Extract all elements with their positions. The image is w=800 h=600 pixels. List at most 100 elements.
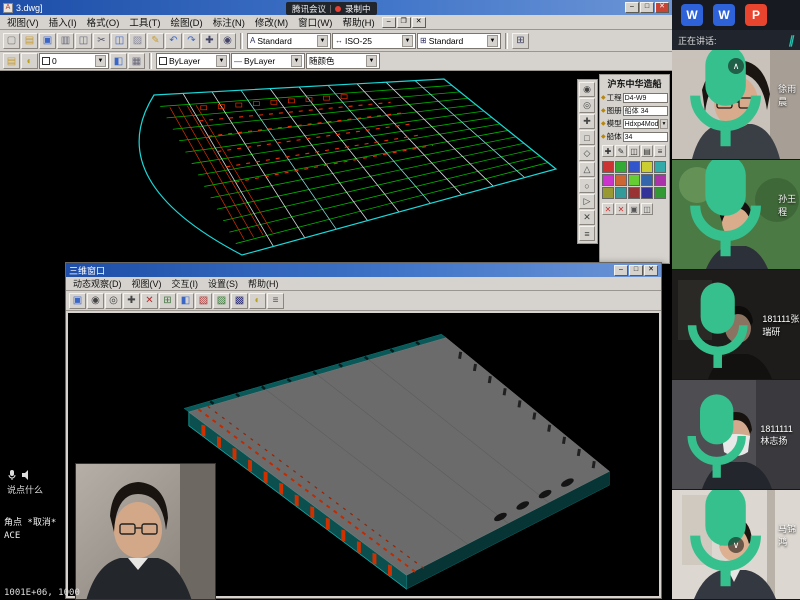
- grid-icon[interactable]: ⊞: [159, 293, 176, 309]
- dup-node-icon[interactable]: ◫: [641, 203, 653, 215]
- chat-hint[interactable]: 说点什么: [7, 483, 71, 496]
- match-properties-icon[interactable]: ✎: [147, 33, 164, 49]
- scroll-up-button[interactable]: ∧: [728, 58, 744, 74]
- layer-states-icon[interactable]: ◐: [21, 53, 38, 69]
- tree-row-project[interactable]: ◆ 工程 D4-W9: [600, 91, 669, 104]
- microphone-icon[interactable]: [7, 469, 17, 481]
- chevron-down-icon[interactable]: ▼: [95, 55, 106, 67]
- menu-modify[interactable]: 修改(M): [250, 15, 293, 29]
- color-swatch-icon[interactable]: [654, 161, 666, 173]
- color-combo[interactable]: ByLayer ▼: [156, 53, 230, 69]
- triangle-icon[interactable]: △: [579, 162, 595, 177]
- copy-icon[interactable]: ◫: [111, 33, 128, 49]
- color-swatch-icon[interactable]: [641, 187, 653, 199]
- dim-style-combo[interactable]: ↔ ISO-25 ▼: [332, 33, 416, 49]
- save-node-icon[interactable]: ▣: [628, 203, 640, 215]
- close-button[interactable]: ✕: [655, 2, 669, 13]
- tree-row-hull[interactable]: ◆ 船体 34: [600, 130, 669, 143]
- speaker-icon[interactable]: [22, 469, 32, 481]
- color-swatch-icon[interactable]: [628, 161, 640, 173]
- linetype-combo[interactable]: — ByLayer ▼: [231, 53, 305, 69]
- drawing-canvas[interactable]: ◉◎✚□◇△○▷✕≡ 沪东中华造船 ◆ 工程 D4-W9 ◆ 图册 船体 34 …: [0, 71, 672, 600]
- folder-icon[interactable]: ▤: [641, 145, 653, 157]
- print-icon[interactable]: ▥: [57, 33, 74, 49]
- arrow-icon[interactable]: ▷: [579, 194, 595, 209]
- pan-icon[interactable]: ✚: [201, 33, 218, 49]
- viewer-menu-interact[interactable]: 交互(I): [167, 277, 204, 290]
- menu-insert[interactable]: 插入(I): [44, 15, 82, 29]
- color-swatch-icon[interactable]: [615, 187, 627, 199]
- section-icon[interactable]: ◧: [177, 293, 194, 309]
- viewer-maximize-button[interactable]: □: [629, 265, 643, 276]
- save-icon[interactable]: ▣: [39, 33, 56, 49]
- rectangle-icon[interactable]: □: [579, 130, 595, 145]
- zoom-realtime-icon[interactable]: ◎: [579, 98, 595, 113]
- menu-dimension[interactable]: 标注(N): [208, 15, 250, 29]
- orbit-icon[interactable]: ◉: [87, 293, 104, 309]
- recording-banner[interactable]: 腾讯会议 录制中: [286, 2, 377, 15]
- make-layer-icon[interactable]: ◧: [110, 53, 127, 69]
- mdi-restore-button[interactable]: ❐: [397, 17, 411, 28]
- color-swatch-icon[interactable]: [628, 187, 640, 199]
- participant-tile[interactable]: 181111张瑞研: [672, 270, 800, 379]
- delete-icon[interactable]: ✕: [602, 203, 614, 215]
- undo-icon[interactable]: ↶: [165, 33, 182, 49]
- light-icon[interactable]: ◐: [249, 293, 266, 309]
- ppt-app-icon[interactable]: P: [745, 4, 767, 26]
- minimize-button[interactable]: –: [625, 2, 639, 13]
- viewer-minimize-button[interactable]: –: [614, 265, 628, 276]
- pan-view-icon[interactable]: ✚: [123, 293, 140, 309]
- select-icon[interactable]: ◉: [579, 82, 595, 97]
- delete-all-icon[interactable]: ✕: [615, 203, 627, 215]
- redo-icon[interactable]: ↷: [183, 33, 200, 49]
- zoom-view-icon[interactable]: ◎: [105, 293, 122, 309]
- text-style-combo[interactable]: A Standard ▼: [247, 33, 331, 49]
- chevron-down-icon[interactable]: ▼: [487, 35, 498, 47]
- plot-style-combo[interactable]: 随颜色 ▼: [306, 53, 380, 69]
- tree-row-model[interactable]: ◆ 模型 Hdxp4Modal ▼: [600, 117, 669, 130]
- participant-tile[interactable]: 孙王程: [672, 160, 800, 269]
- wireframe-icon[interactable]: ▨: [213, 293, 230, 309]
- viewer-menu-view[interactable]: 视图(V): [127, 277, 167, 290]
- viewer-close-button[interactable]: ✕: [644, 265, 658, 276]
- participant-tile[interactable]: 1811111林志扬: [672, 380, 800, 489]
- edit-icon[interactable]: ✎: [615, 145, 627, 157]
- plot-preview-icon[interactable]: ◫: [75, 33, 92, 49]
- menu-format[interactable]: 格式(O): [82, 15, 125, 29]
- mdi-minimize-button[interactable]: –: [382, 17, 396, 28]
- color-swatch-icon[interactable]: [641, 174, 653, 186]
- shade-icon[interactable]: ▧: [195, 293, 212, 309]
- new-file-icon[interactable]: ▢: [3, 33, 20, 49]
- viewer-titlebar[interactable]: 三维窗口 – □ ✕: [66, 263, 661, 277]
- color-swatch-icon[interactable]: [654, 187, 666, 199]
- mdi-close-button[interactable]: ✕: [412, 17, 426, 28]
- chevron-down-icon[interactable]: ▼: [402, 35, 413, 47]
- copy-node-icon[interactable]: ◫: [628, 145, 640, 157]
- chevron-down-icon[interactable]: ▼: [366, 55, 377, 67]
- color-swatch-icon[interactable]: [602, 187, 614, 199]
- view-settings-icon[interactable]: ≡: [267, 293, 284, 309]
- command-prompt[interactable]: 角点 *取消* ACE: [4, 517, 56, 543]
- add-icon[interactable]: ✚: [602, 145, 614, 157]
- scroll-down-button[interactable]: ∨: [728, 537, 744, 553]
- zoom-icon[interactable]: ◉: [219, 33, 236, 49]
- menu-view[interactable]: 视图(V): [2, 15, 44, 29]
- maximize-button[interactable]: □: [640, 2, 654, 13]
- list-view-icon[interactable]: ≡: [654, 145, 666, 157]
- viewer-menu-orbit[interactable]: 动态观察(D): [68, 277, 127, 290]
- menu-window[interactable]: 窗口(W): [293, 15, 337, 29]
- chevron-down-icon[interactable]: ▼: [216, 55, 227, 67]
- open-file-icon[interactable]: ▤: [21, 33, 38, 49]
- color-swatch-icon[interactable]: [602, 174, 614, 186]
- paste-icon[interactable]: ▨: [129, 33, 146, 49]
- color-swatch-icon[interactable]: [654, 174, 666, 186]
- layer-prev-icon[interactable]: ▦: [128, 53, 145, 69]
- menu-tools[interactable]: 工具(T): [124, 15, 165, 29]
- polygon-icon[interactable]: ◇: [579, 146, 595, 161]
- list-icon[interactable]: ≡: [579, 226, 595, 241]
- viewer-menu-help[interactable]: 帮助(H): [243, 277, 284, 290]
- erase-icon[interactable]: ✕: [579, 210, 595, 225]
- color-swatch-icon[interactable]: [628, 174, 640, 186]
- chevron-down-icon[interactable]: ▼: [660, 119, 668, 129]
- layer-combo[interactable]: 0 ▼: [39, 53, 109, 69]
